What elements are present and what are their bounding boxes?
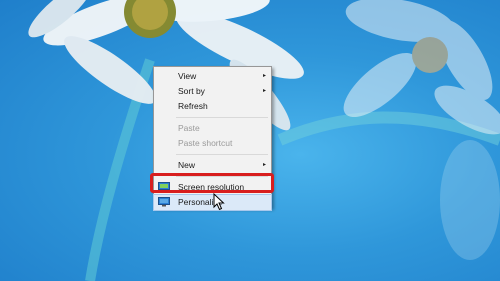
monitor-icon: [158, 197, 170, 207]
menu-item-label: View: [178, 71, 197, 81]
submenu-arrow-icon: ▸: [262, 73, 266, 79]
desktop-background[interactable]: View ▸ Sort by ▸ Refresh Paste Paste sho…: [0, 0, 500, 281]
menu-item-paste: Paste: [154, 121, 271, 136]
menu-separator: [176, 117, 268, 118]
menu-item-label: Sort by: [178, 86, 205, 96]
annotation-highlight-box: [150, 173, 274, 193]
menu-item-new[interactable]: New ▸: [154, 158, 271, 173]
menu-item-label: Paste shortcut: [178, 138, 233, 148]
mouse-pointer-icon: [213, 193, 225, 211]
menu-item-label: Refresh: [178, 101, 208, 111]
submenu-arrow-icon: ▸: [262, 88, 266, 94]
menu-item-view[interactable]: View ▸: [154, 69, 271, 84]
menu-item-sort-by[interactable]: Sort by ▸: [154, 84, 271, 99]
menu-item-refresh[interactable]: Refresh: [154, 99, 271, 114]
menu-item-paste-shortcut: Paste shortcut: [154, 136, 271, 151]
menu-separator: [176, 154, 268, 155]
submenu-arrow-icon: ▸: [262, 162, 266, 168]
menu-item-label: New: [178, 160, 196, 170]
menu-item-label: Paste: [178, 123, 200, 133]
